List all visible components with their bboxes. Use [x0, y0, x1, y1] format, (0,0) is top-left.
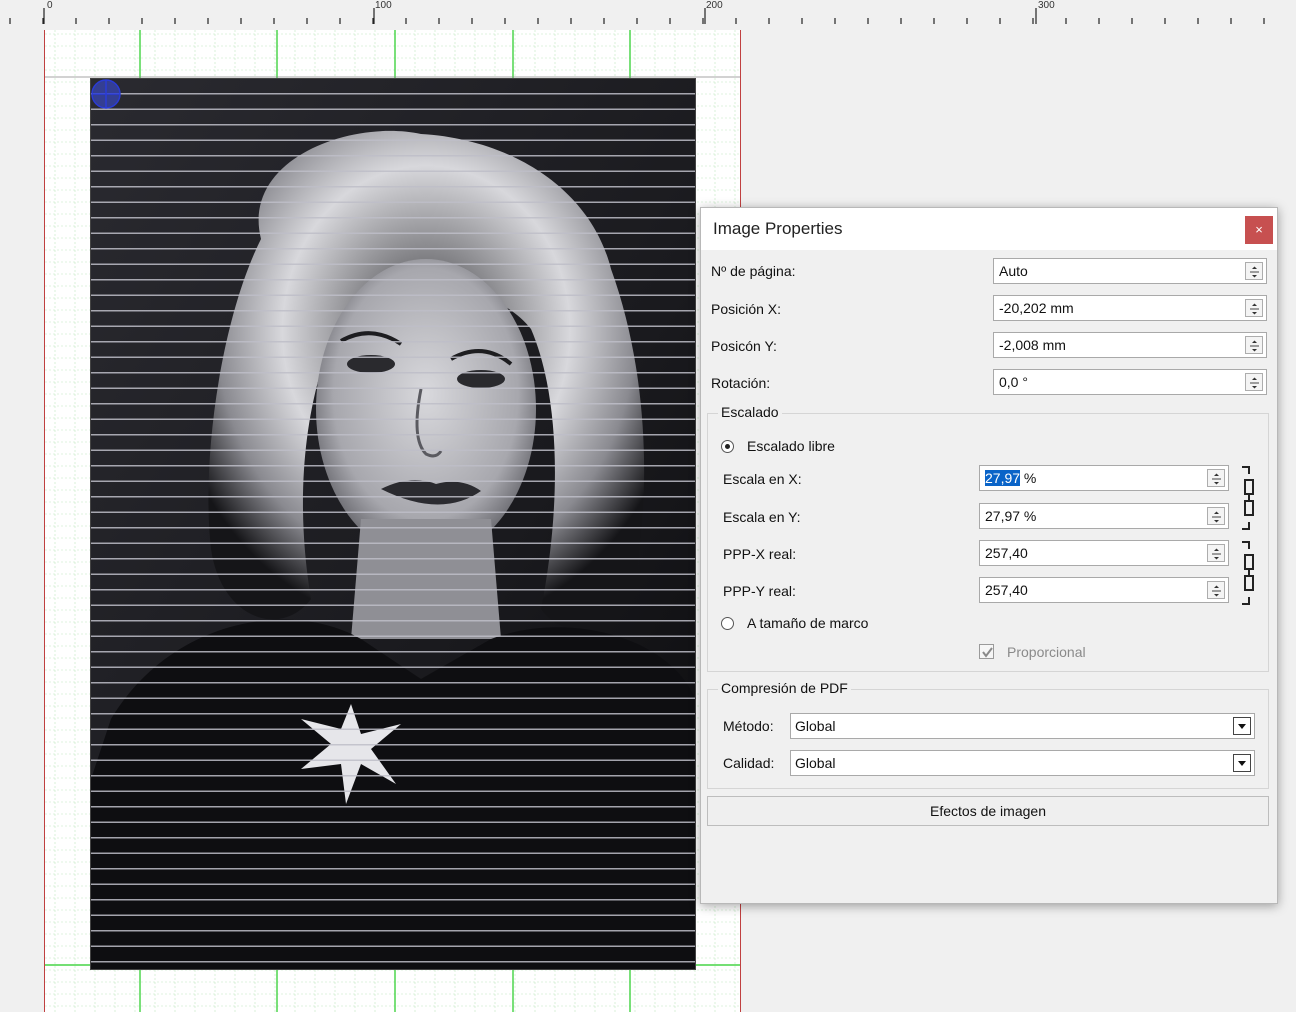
portrait-image [91, 79, 695, 969]
document-page[interactable] [44, 30, 741, 1012]
dpi-x-field[interactable]: 257,40 [979, 540, 1229, 566]
frame-size-label: A tamaño de marco [747, 615, 869, 631]
dpi-x-label: PPP-X real: [723, 546, 797, 562]
quality-select[interactable]: Global [790, 750, 1255, 776]
ruler-label-300: 300 [1038, 0, 1055, 11]
spin-arrows-icon[interactable] [1207, 507, 1225, 525]
image-frame[interactable] [90, 78, 696, 970]
scale-x-value-selected: 27,97 [985, 470, 1021, 486]
position-y-label: Posicón Y: [711, 338, 777, 354]
page-number-field[interactable]: Auto [993, 258, 1267, 284]
spin-arrows-icon[interactable] [1207, 469, 1225, 487]
free-scaling-label: Escalado libre [747, 438, 835, 454]
method-value: Global [795, 718, 836, 734]
position-x-label: Posición X: [711, 301, 782, 317]
pdf-compression-legend: Compresión de PDF [718, 680, 851, 696]
free-scaling-radio[interactable] [721, 440, 734, 453]
spin-arrows-icon[interactable] [1245, 373, 1263, 391]
dialog-title: Image Properties [713, 219, 843, 238]
close-button[interactable]: × [1245, 216, 1273, 244]
checkmark-icon [982, 647, 993, 658]
scaling-legend: Escalado [718, 404, 782, 420]
position-x-value: -20,202 mm [999, 300, 1074, 316]
page-number-label: Nº de página: [711, 263, 796, 279]
scaling-group: Escalado Escalado libre Escala en X: 27,… [707, 404, 1269, 672]
chain-link-icon[interactable] [1238, 540, 1256, 606]
spin-arrows-icon[interactable] [1245, 262, 1263, 280]
image-properties-dialog[interactable]: Image Properties × Nº de página: Auto Po… [700, 207, 1278, 904]
proportional-checkbox[interactable] [979, 644, 994, 659]
close-icon: × [1255, 222, 1263, 237]
rotation-field[interactable]: 0,0 ° [993, 369, 1267, 395]
ruler-label-100: 100 [375, 0, 392, 11]
scale-y-field[interactable]: 27,97 % [979, 503, 1229, 529]
image-effects-button[interactable]: Efectos de imagen [707, 796, 1269, 826]
scale-y-label: Escala en Y: [723, 509, 801, 525]
frame-size-radio[interactable] [721, 617, 734, 630]
spin-arrows-icon[interactable] [1207, 544, 1225, 562]
horizontal-ruler: 0 100 200 300 [0, 0, 1296, 30]
chevron-down-icon[interactable] [1233, 754, 1251, 772]
method-select[interactable]: Global [790, 713, 1255, 739]
rotation-label: Rotación: [711, 375, 771, 391]
dpi-x-value: 257,40 [985, 545, 1028, 561]
method-label: Método: [723, 718, 774, 734]
ruler-label-0: 0 [47, 0, 53, 11]
quality-label: Calidad: [723, 755, 775, 771]
position-y-field[interactable]: -2,008 mm [993, 332, 1267, 358]
scale-y-value: 27,97 % [985, 508, 1037, 524]
pdf-compression-group: Compresión de PDF Método: Global Calidad… [707, 680, 1269, 789]
dpi-y-field[interactable]: 257,40 [979, 577, 1229, 603]
proportional-label: Proporcional [1007, 644, 1086, 660]
page-number-value: Auto [999, 263, 1028, 279]
scale-x-label: Escala en X: [723, 471, 802, 487]
ruler-ticks [9, 8, 1265, 24]
chevron-down-icon[interactable] [1233, 717, 1251, 735]
position-y-value: -2,008 mm [999, 337, 1066, 353]
chain-link-icon[interactable] [1238, 465, 1256, 531]
spin-arrows-icon[interactable] [1245, 299, 1263, 317]
dpi-y-value: 257,40 [985, 582, 1028, 598]
position-x-field[interactable]: -20,202 mm [993, 295, 1267, 321]
rotation-value: 0,0 ° [999, 374, 1028, 390]
spin-arrows-icon[interactable] [1207, 581, 1225, 599]
scale-x-field[interactable]: 27,97 % [979, 465, 1229, 491]
dialog-titlebar[interactable]: Image Properties × [701, 208, 1277, 250]
scale-x-unit: % [1020, 470, 1037, 486]
quality-value: Global [795, 755, 836, 771]
crosshair-icon[interactable] [91, 79, 121, 109]
ruler-label-200: 200 [706, 0, 723, 11]
dpi-y-label: PPP-Y real: [723, 583, 796, 599]
spin-arrows-icon[interactable] [1245, 336, 1263, 354]
